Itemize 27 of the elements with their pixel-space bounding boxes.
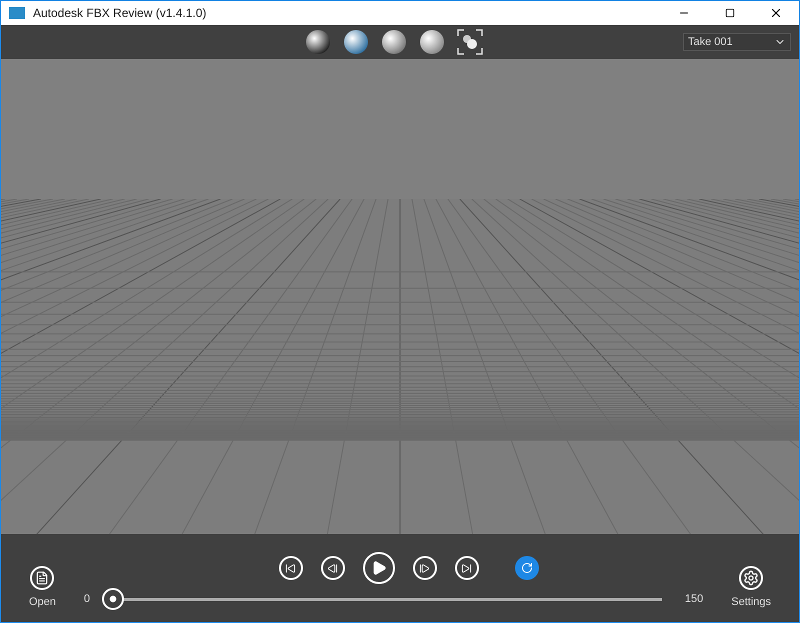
- maximize-icon: [725, 8, 735, 18]
- timeline-start: 0: [84, 592, 90, 607]
- step-back-icon: [327, 562, 338, 574]
- frame-spheres-icon[interactable]: [457, 29, 483, 55]
- step-forward-button[interactable]: [412, 556, 437, 580]
- close-icon: [769, 6, 783, 20]
- timeline-thumb[interactable]: [102, 588, 124, 610]
- play-button[interactable]: [362, 552, 395, 584]
- app-icon: [9, 7, 25, 19]
- window-title: Autodesk FBX Review (v1.4.1.0): [33, 5, 206, 22]
- open-button[interactable]: Open: [21, 566, 64, 610]
- play-icon: [370, 560, 387, 576]
- settings-icon: [743, 570, 760, 586]
- loop-icon: [520, 562, 533, 574]
- settings-button[interactable]: Settings: [723, 566, 779, 610]
- shaded-sphere-icon[interactable]: [343, 29, 369, 55]
- take-dropdown[interactable]: Take 001: [683, 33, 791, 51]
- wire-sphere-icon[interactable]: [419, 29, 445, 55]
- skip-forward-button[interactable]: [454, 556, 479, 580]
- loop-button[interactable]: [514, 556, 539, 580]
- document-icon: [35, 570, 50, 584]
- step-back-button[interactable]: [320, 556, 345, 580]
- step-forward-icon: [419, 562, 430, 574]
- skip-back-button[interactable]: [278, 556, 303, 580]
- skip-back-icon: [285, 562, 296, 574]
- timeline-end: 150: [684, 592, 704, 607]
- skip-forward-icon: [461, 562, 472, 574]
